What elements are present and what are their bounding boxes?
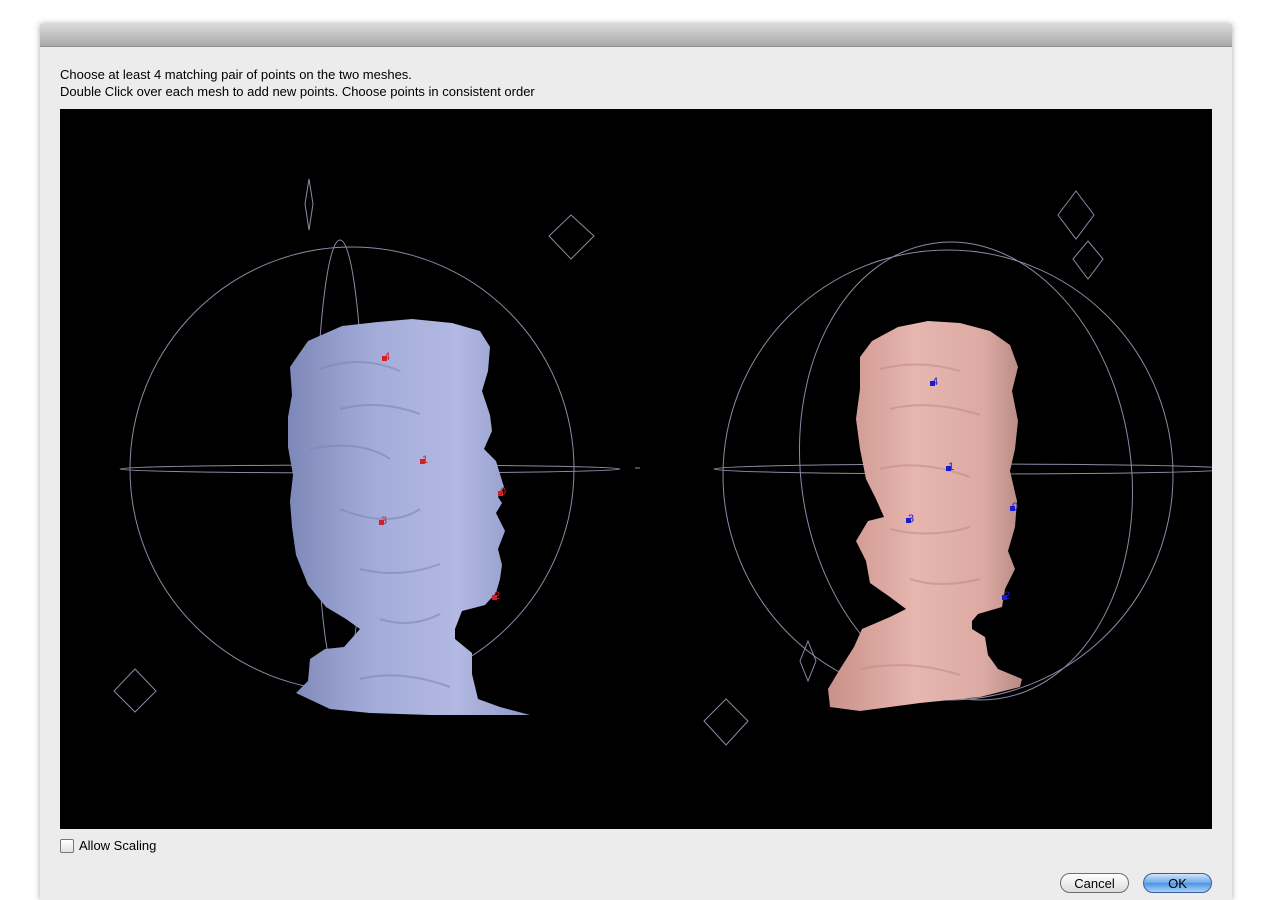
window-titlebar[interactable] xyxy=(40,24,1232,47)
right-marker-4[interactable]: 4 xyxy=(930,376,938,388)
allow-scaling-label: Allow Scaling xyxy=(79,838,157,853)
alignment-dialog: Choose at least 4 matching pair of point… xyxy=(40,24,1232,900)
svg-text:1: 1 xyxy=(948,461,954,473)
svg-text:0: 0 xyxy=(500,486,506,498)
left-marker-4[interactable]: 4 xyxy=(382,351,390,363)
svg-text:3: 3 xyxy=(381,515,387,527)
allow-scaling-checkbox[interactable] xyxy=(60,838,74,853)
left-mesh[interactable] xyxy=(288,319,530,715)
right-marker-3[interactable]: 3 xyxy=(906,513,914,525)
cancel-button[interactable]: Cancel xyxy=(1060,873,1129,893)
instruction-line-1: Choose at least 4 matching pair of point… xyxy=(60,67,412,82)
left-marker-0[interactable]: 0 xyxy=(498,486,506,498)
right-marker-2[interactable]: 2 xyxy=(1002,590,1010,602)
left-marker-3[interactable]: 3 xyxy=(379,515,387,527)
allow-scaling-option[interactable]: Allow Scaling xyxy=(60,838,156,853)
ok-button[interactable]: OK xyxy=(1143,873,1212,893)
mesh-viewport[interactable]: 4 1 0 3 2 4 1 0 3 2 xyxy=(60,109,1212,829)
svg-text:2: 2 xyxy=(494,590,500,602)
svg-text:2: 2 xyxy=(1004,590,1010,602)
left-marker-2[interactable]: 2 xyxy=(492,590,500,602)
svg-text:4: 4 xyxy=(384,351,390,363)
right-mesh[interactable] xyxy=(828,321,1022,711)
left-marker-1[interactable]: 1 xyxy=(420,454,428,466)
instruction-line-2: Double Click over each mesh to add new p… xyxy=(60,84,535,99)
instructions: Choose at least 4 matching pair of point… xyxy=(60,66,535,100)
svg-text:0: 0 xyxy=(1012,501,1018,513)
svg-text:1: 1 xyxy=(422,454,428,466)
right-marker-1[interactable]: 1 xyxy=(946,461,954,473)
viewport-canvas[interactable]: 4 1 0 3 2 4 1 0 3 2 xyxy=(60,109,1212,829)
svg-text:4: 4 xyxy=(932,376,938,388)
svg-text:3: 3 xyxy=(908,513,914,525)
right-marker-0[interactable]: 0 xyxy=(1010,501,1018,513)
